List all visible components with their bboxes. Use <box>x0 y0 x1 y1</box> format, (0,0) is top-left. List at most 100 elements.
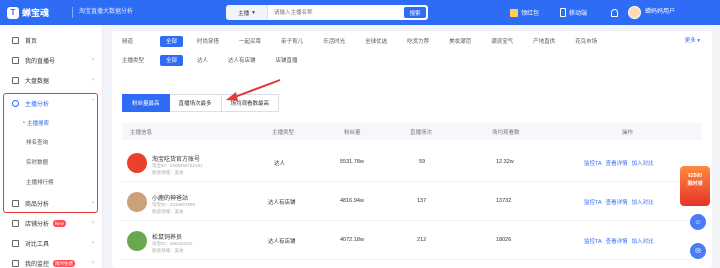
chevron-down-icon: ▾ <box>697 38 700 44</box>
logo[interactable]: T 蝉宝魂 <box>7 5 49 20</box>
type-chip[interactable]: 店铺直播 <box>270 55 304 66</box>
home-icon <box>12 36 19 44</box>
type-chip[interactable]: 全部 <box>160 54 184 66</box>
channel-chip[interactable]: 花鸟市场 <box>569 36 603 47</box>
row-actions: 监控TA 查看详情 加入对比 <box>584 198 654 206</box>
anchor-name[interactable]: 松鼠饲养员 <box>152 232 182 241</box>
promo-badge[interactable]: ¥2500 限时领 <box>680 166 710 206</box>
anchor-id: 淘宝ID：2219697880 <box>152 202 196 207</box>
chevron-right-icon: › <box>92 220 94 226</box>
channel-chip[interactable]: 乐活时光 <box>317 36 351 47</box>
channel-chip[interactable]: 全部 <box>160 35 184 47</box>
details-link[interactable]: 查看详情 <box>606 198 628 206</box>
session-count: 59 <box>419 159 426 165</box>
anchor-avatar[interactable] <box>127 153 147 173</box>
username[interactable]: 蝉妈妈用户 <box>645 7 675 18</box>
search-input[interactable] <box>268 6 404 19</box>
sidebar: 首页 我的直播号 › 大盘数据 › 主播分析 ˆ 主播搜索 排名查询 实时数据 … <box>0 25 103 268</box>
channel-filter-label: 频道 <box>122 39 134 45</box>
anchor-avatar[interactable] <box>127 231 147 251</box>
compare-link[interactable]: 加入对比 <box>632 237 654 245</box>
compare-link[interactable]: 加入对比 <box>632 159 654 167</box>
channel-chip[interactable]: 全球优选 <box>359 36 393 47</box>
fans-count: 4816.94w <box>340 198 364 204</box>
fans-count: 5531.78w <box>340 159 364 165</box>
channel-chip[interactable]: 亲子育儿 <box>275 36 309 47</box>
monitor-icon <box>12 259 19 267</box>
avg-views: 13732 <box>496 198 512 204</box>
chat-icon: ✉ <box>695 248 701 255</box>
details-link[interactable]: 查看详情 <box>606 237 628 245</box>
red-packet-link[interactable]: 领红包 <box>510 7 539 18</box>
table-row: 小鹿的神爸站 淘宝ID：2219697880 频道领域：美食 达人有店铺 481… <box>122 183 702 221</box>
session-count: 137 <box>417 198 427 204</box>
compare-link[interactable]: 加入对比 <box>632 198 654 206</box>
search-bar: 主播▾ 搜索 <box>226 5 428 20</box>
main-card: 频道 全部 时尚穿搭 一起买菜 亲子育儿 乐活时光 全球优选 吃货力荐 美妆潮范… <box>112 31 712 268</box>
highlight-box <box>3 93 98 213</box>
type-filter-label: 主播类型 <box>122 58 145 64</box>
session-count: 212 <box>417 237 427 243</box>
details-link[interactable]: 查看详情 <box>606 159 628 167</box>
notification-button[interactable] <box>611 7 618 18</box>
monitor-link[interactable]: 监控TA <box>584 159 602 167</box>
chart-icon <box>12 76 19 84</box>
channel-filter-row: 频道 全部 时尚穿搭 一起买菜 亲子育儿 乐活时光 全球优选 吃货力荐 美妆潮范… <box>122 35 702 47</box>
feedback-button[interactable]: ✉ <box>688 241 708 261</box>
type-filter-row: 主播类型 全部 达人 达人有店铺 店铺直播 <box>122 54 312 66</box>
row-actions: 监控TA 查看详情 加入对比 <box>584 159 654 167</box>
anchor-name[interactable]: 淘宝吃货官方账号 <box>152 154 200 163</box>
chevron-right-icon: › <box>92 200 94 206</box>
table-header: 主播信息 主播类型 粉丝量 直播场次 场均观看数 操作 <box>122 123 702 140</box>
column-header: 主播类型 <box>272 130 295 136</box>
search-button[interactable]: 搜索 <box>404 7 426 18</box>
monitor-link[interactable]: 监控TA <box>584 198 602 206</box>
new-badge: New <box>53 219 67 227</box>
type-chip[interactable]: 达人有店铺 <box>222 55 262 66</box>
avg-views: 12.32w <box>496 159 514 165</box>
sidebar-item-product[interactable]: 商品分析 › <box>0 196 103 210</box>
slogan: 淘宝直播大数据分析 <box>72 7 133 18</box>
anchor-id: 淘宝ID：866424321 <box>152 241 193 246</box>
channel-chip[interactable]: 潮流宝气 <box>485 36 519 47</box>
search-category-select[interactable]: 主播 ▾ <box>226 5 268 20</box>
fans-count: 4072.18w <box>340 237 364 243</box>
avatar[interactable] <box>628 6 641 19</box>
bell-icon <box>611 8 618 17</box>
anchor-type: 达人有店铺 <box>268 200 296 206</box>
anchor-type: 达人 <box>274 161 286 167</box>
more-channels-link[interactable]: 更多 ▾ <box>685 36 700 44</box>
channel-chip[interactable]: 一起买菜 <box>233 36 267 47</box>
box-icon <box>12 199 19 207</box>
column-header: 主播信息 <box>130 130 153 136</box>
anchor-avatar[interactable] <box>127 192 147 212</box>
sidebar-item-my-live[interactable]: 我的直播号 › <box>0 53 103 67</box>
tab-most-fans[interactable]: 粉丝量最高 <box>122 94 170 112</box>
monitor-link[interactable]: 监控TA <box>584 237 602 245</box>
tab-most-avg-views[interactable]: 场均观看数最高 <box>221 94 280 112</box>
anchor-tag: 频道领域：美食 <box>152 248 184 253</box>
rank-tabs: 粉丝量最高 直播场次最多 场均观看数最高 <box>122 94 280 112</box>
channel-chip[interactable]: 美妆潮范 <box>443 36 477 47</box>
column-header: 操作 <box>622 130 634 136</box>
sidebar-item-monitor[interactable]: 我的监控 限时免费 › <box>0 256 103 268</box>
sidebar-item-market[interactable]: 大盘数据 › <box>0 73 103 87</box>
channel-chip[interactable]: 产地直供 <box>527 36 561 47</box>
customer-service-button[interactable]: ☺ <box>688 212 708 232</box>
anchor-name[interactable]: 小鹿的神爸站 <box>152 193 188 202</box>
sidebar-item-compare[interactable]: 对比工具 › <box>0 236 103 250</box>
row-actions: 监控TA 查看详情 加入对比 <box>584 237 654 245</box>
tab-most-sessions[interactable]: 直播场次最多 <box>169 94 222 112</box>
logo-icon: T <box>7 6 19 19</box>
channel-chip[interactable]: 时尚穿搭 <box>191 36 225 47</box>
sidebar-item-shop[interactable]: 店铺分析 New › <box>0 216 103 230</box>
headset-icon: ☺ <box>694 218 702 226</box>
sidebar-item-home[interactable]: 首页 <box>0 33 103 47</box>
brand-name: 蝉宝魂 <box>22 8 50 18</box>
type-chip[interactable]: 达人 <box>191 55 214 66</box>
column-header: 粉丝量 <box>344 130 361 136</box>
anchor-type: 达人有店铺 <box>268 239 296 245</box>
mobile-link[interactable]: 移动端 <box>560 7 587 18</box>
anchor-tag: 频道领域：美食 <box>152 209 184 214</box>
channel-chip[interactable]: 吃货力荐 <box>401 36 435 47</box>
